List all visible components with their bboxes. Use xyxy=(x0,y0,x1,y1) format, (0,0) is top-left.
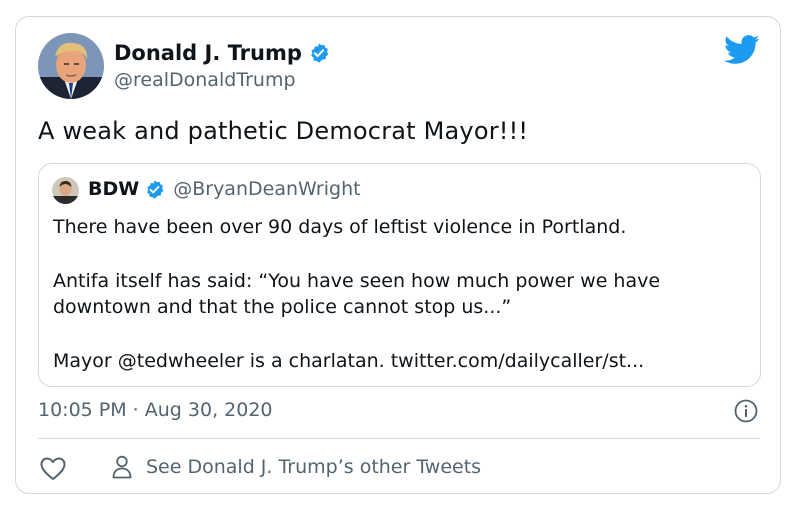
see-other-tweets-link[interactable]: See Donald J. Trump’s other Tweets xyxy=(112,455,481,479)
quoted-text-line: There have been over 90 days of leftist … xyxy=(53,216,627,238)
quoted-text-line: downtown and that the police cannot stop… xyxy=(53,296,512,318)
author-handle[interactable]: @realDonaldTrump xyxy=(114,69,296,91)
divider xyxy=(38,438,760,439)
quoted-tweet[interactable]: BDW @BryanDeanWright There have been ove… xyxy=(38,163,761,387)
author-name[interactable]: Donald J. Trump xyxy=(114,41,330,65)
quoted-author-name[interactable]: BDW xyxy=(88,178,139,200)
quoted-text-line: Antifa itself has said: “You have seen h… xyxy=(53,270,661,292)
see-other-tweets-label[interactable]: See Donald J. Trump’s other Tweets xyxy=(146,456,481,478)
quoted-author-avatar[interactable] xyxy=(52,177,79,204)
tweet-text: A weak and pathetic Democrat Mayor!!! xyxy=(38,117,529,145)
tweet-timestamp[interactable]: 10:05 PM · Aug 30, 2020 xyxy=(38,399,273,421)
quoted-author[interactable]: BDW @BryanDeanWright xyxy=(88,178,361,200)
info-icon[interactable] xyxy=(734,399,758,423)
tweet-card: Donald J. Trump @realDonaldTrump A weak … xyxy=(15,16,781,494)
quoted-text-line: Mayor @tedwheeler is a charlatan. twitte… xyxy=(53,350,645,372)
verified-badge-icon xyxy=(308,42,330,64)
person-icon xyxy=(112,455,132,479)
heart-icon[interactable] xyxy=(40,457,66,481)
author-name-text[interactable]: Donald J. Trump xyxy=(114,41,302,65)
verified-badge-icon xyxy=(144,179,165,200)
twitter-bird-icon[interactable] xyxy=(724,35,760,65)
author-avatar[interactable] xyxy=(38,33,104,99)
quoted-author-handle[interactable]: @BryanDeanWright xyxy=(173,178,360,200)
